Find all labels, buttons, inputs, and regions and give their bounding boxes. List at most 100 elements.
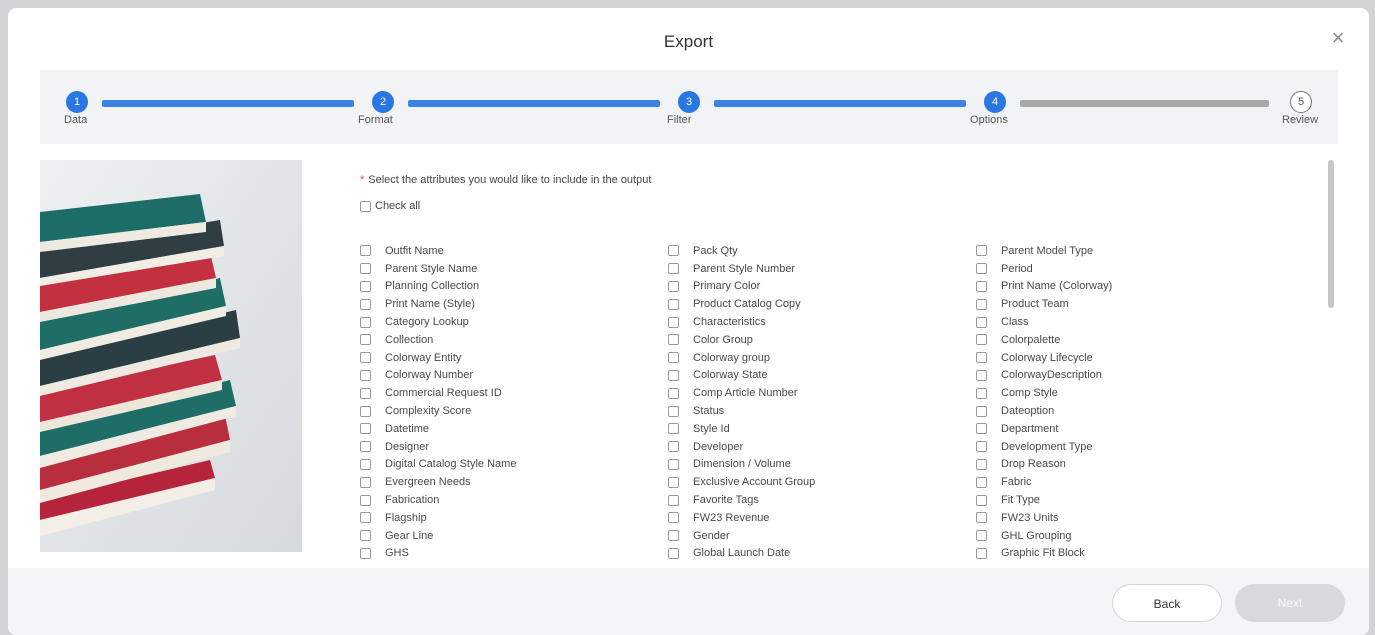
attribute-option[interactable]: Category Lookup [360, 313, 516, 331]
attribute-option[interactable]: Colorway Entity [360, 349, 516, 367]
attribute-option[interactable]: Parent Style Number [668, 260, 815, 278]
content-scrollbar[interactable] [1328, 160, 1334, 308]
attribute-option[interactable]: Colorway Number [360, 367, 516, 385]
attribute-option[interactable]: Colorway Lifecycle [976, 349, 1112, 367]
attribute-option[interactable]: Global Launch Date [668, 545, 815, 563]
attribute-option[interactable]: Fabric [976, 473, 1112, 491]
attribute-checkbox[interactable] [976, 316, 987, 328]
attribute-option[interactable]: Product Catalog Copy [668, 295, 815, 313]
attribute-option[interactable]: Pack Qty [668, 242, 815, 260]
attribute-checkbox[interactable] [976, 245, 987, 257]
attribute-option[interactable]: Favorite Tags [668, 491, 815, 509]
attribute-option[interactable]: FW23 Revenue [668, 509, 815, 527]
attribute-option[interactable]: GHS [360, 545, 516, 563]
attribute-option[interactable]: Primary Color [668, 278, 815, 296]
attribute-checkbox[interactable] [976, 512, 987, 524]
attribute-checkbox[interactable] [668, 405, 679, 417]
attribute-checkbox[interactable] [360, 387, 371, 399]
attribute-checkbox[interactable] [976, 547, 987, 559]
attribute-option[interactable]: Comp Article Number [668, 384, 815, 402]
attribute-checkbox[interactable] [360, 280, 371, 292]
attribute-checkbox[interactable] [668, 458, 679, 470]
attribute-option[interactable]: Commercial Request ID [360, 384, 516, 402]
attribute-checkbox[interactable] [360, 369, 371, 381]
attribute-option[interactable]: Print Name (Colorway) [976, 278, 1112, 296]
attribute-checkbox[interactable] [976, 298, 987, 310]
attribute-checkbox[interactable] [360, 458, 371, 470]
attribute-option[interactable]: Digital Catalog Style Name [360, 456, 516, 474]
attribute-checkbox[interactable] [976, 441, 987, 453]
attribute-checkbox[interactable] [668, 423, 679, 435]
attribute-checkbox[interactable] [668, 369, 679, 381]
attribute-option[interactable]: Parent Model Type [976, 242, 1112, 260]
attribute-checkbox[interactable] [360, 334, 371, 346]
attribute-option[interactable]: Designer [360, 438, 516, 456]
attribute-option[interactable]: Department [976, 420, 1112, 438]
attribute-checkbox[interactable] [668, 280, 679, 292]
attribute-option[interactable]: Product Team [976, 295, 1112, 313]
attribute-option[interactable]: Evergreen Needs [360, 473, 516, 491]
attribute-checkbox[interactable] [976, 263, 987, 275]
attribute-checkbox[interactable] [668, 547, 679, 559]
attribute-checkbox[interactable] [976, 405, 987, 417]
attribute-option[interactable]: Dimension / Volume [668, 456, 815, 474]
attribute-option[interactable]: Exclusive Account Group [668, 473, 815, 491]
attribute-option[interactable]: Collection [360, 331, 516, 349]
attribute-checkbox[interactable] [668, 298, 679, 310]
attribute-option[interactable]: Comp Style [976, 384, 1112, 402]
attribute-checkbox[interactable] [668, 441, 679, 453]
attribute-checkbox[interactable] [976, 476, 987, 488]
attribute-option[interactable]: Developer [668, 438, 815, 456]
attribute-option[interactable]: Style Id [668, 420, 815, 438]
attribute-checkbox[interactable] [976, 494, 987, 506]
attribute-option[interactable]: Fabrication [360, 491, 516, 509]
attribute-checkbox[interactable] [668, 352, 679, 364]
check-all-checkbox[interactable] [360, 200, 371, 212]
attribute-checkbox[interactable] [668, 245, 679, 257]
attribute-checkbox[interactable] [360, 298, 371, 310]
attribute-option[interactable]: Complexity Score [360, 402, 516, 420]
attribute-checkbox[interactable] [668, 263, 679, 275]
attribute-option[interactable]: Parent Style Name [360, 260, 516, 278]
attribute-option[interactable]: GHL Grouping [976, 527, 1112, 545]
attribute-option[interactable]: Dateoption [976, 402, 1112, 420]
attribute-checkbox[interactable] [360, 316, 371, 328]
attribute-option[interactable]: Outfit Name [360, 242, 516, 260]
step-2-indicator[interactable]: 2 [372, 91, 394, 113]
close-icon[interactable]: × [1328, 27, 1348, 49]
attribute-checkbox[interactable] [360, 476, 371, 488]
attribute-option[interactable]: Colorpalette [976, 331, 1112, 349]
attribute-checkbox[interactable] [976, 280, 987, 292]
next-button[interactable]: Next [1235, 584, 1345, 622]
attribute-checkbox[interactable] [360, 512, 371, 524]
attribute-checkbox[interactable] [360, 245, 371, 257]
attribute-option[interactable]: Colorway State [668, 367, 815, 385]
attribute-checkbox[interactable] [360, 494, 371, 506]
attribute-checkbox[interactable] [360, 352, 371, 364]
attribute-option[interactable]: ColorwayDescription [976, 367, 1112, 385]
attribute-checkbox[interactable] [976, 369, 987, 381]
attribute-checkbox[interactable] [360, 263, 371, 275]
attribute-checkbox[interactable] [360, 405, 371, 417]
attribute-option[interactable]: Drop Reason [976, 456, 1112, 474]
back-button[interactable]: Back [1112, 584, 1222, 622]
attribute-checkbox[interactable] [976, 530, 987, 542]
attribute-option[interactable]: Colorway group [668, 349, 815, 367]
attribute-option[interactable]: Period [976, 260, 1112, 278]
attribute-checkbox[interactable] [360, 530, 371, 542]
attribute-option[interactable]: Gear Line [360, 527, 516, 545]
attribute-option[interactable]: Fit Type [976, 491, 1112, 509]
step-4-indicator[interactable]: 4 [984, 91, 1006, 113]
check-all-option[interactable]: Check all [360, 200, 420, 212]
attribute-checkbox[interactable] [976, 423, 987, 435]
attribute-option[interactable]: Datetime [360, 420, 516, 438]
attribute-checkbox[interactable] [668, 334, 679, 346]
attribute-option[interactable]: Class [976, 313, 1112, 331]
attribute-checkbox[interactable] [976, 334, 987, 346]
attribute-option[interactable]: Gender [668, 527, 815, 545]
attribute-option[interactable]: Print Name (Style) [360, 295, 516, 313]
attribute-checkbox[interactable] [360, 547, 371, 559]
attribute-option[interactable]: Flagship [360, 509, 516, 527]
attribute-option[interactable]: Color Group [668, 331, 815, 349]
attribute-checkbox[interactable] [668, 530, 679, 542]
